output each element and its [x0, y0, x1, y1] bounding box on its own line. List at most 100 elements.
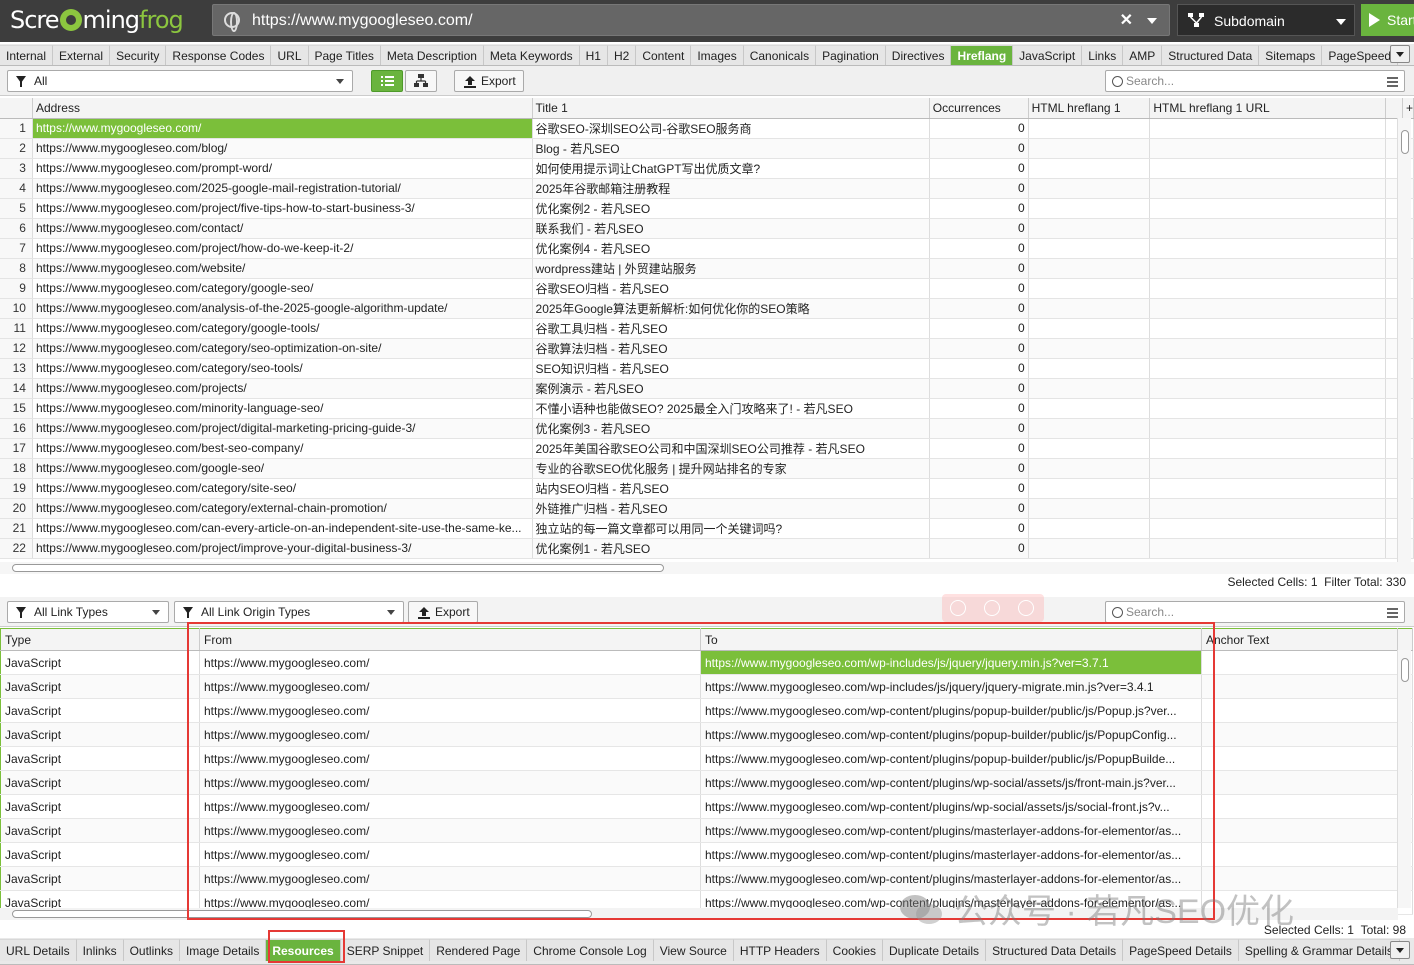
hreflang-cell[interactable]	[1028, 438, 1151, 459]
column-header-from[interactable]: From	[199, 628, 701, 651]
hreflang-cell[interactable]	[1028, 338, 1151, 359]
tab-view-source[interactable]: View Source	[653, 939, 734, 961]
hreflang-url-cell[interactable]	[1149, 158, 1387, 179]
column-header-type[interactable]: Type	[0, 628, 200, 651]
column-header-html-hreflang-1-url[interactable]: HTML hreflang 1 URL	[1149, 98, 1387, 119]
tab-chrome-console-log[interactable]: Chrome Console Log	[527, 939, 654, 961]
anchor-text-cell[interactable]	[1201, 770, 1398, 795]
title-cell[interactable]: 谷歌SEO归档 - 若凡SEO	[532, 278, 930, 299]
hreflang-url-cell[interactable]	[1149, 438, 1387, 459]
table-row[interactable]: 17 https://www.mygoogleseo.com/best-seo-c…	[0, 438, 1414, 459]
occurrences-cell[interactable]: 0	[929, 238, 1029, 259]
anchor-text-cell[interactable]	[1201, 818, 1398, 843]
table-row[interactable]: JavaScript https://www.mygoogleseo.com/ht…	[0, 842, 1413, 867]
table-row[interactable]: 9 https://www.mygoogleseo.com/category/go…	[0, 278, 1414, 299]
hreflang-cell[interactable]	[1028, 498, 1151, 519]
hreflang-url-cell[interactable]	[1149, 458, 1387, 479]
hreflang-cell[interactable]	[1028, 478, 1151, 499]
tab-canonicals[interactable]: Canonicals	[743, 45, 817, 65]
details-horizontal-scrollbar[interactable]	[0, 908, 1398, 920]
more-tabs-button[interactable]	[1390, 941, 1410, 959]
occurrences-cell[interactable]: 0	[929, 338, 1029, 359]
hreflang-url-cell[interactable]	[1149, 138, 1387, 159]
address-cell[interactable]: https://www.mygoogleseo.com/	[32, 118, 533, 139]
magic-wand-icon[interactable]	[984, 600, 1000, 616]
to-cell[interactable]: https://www.mygoogleseo.com/wp-includes/…	[700, 674, 1202, 699]
hreflang-cell[interactable]	[1028, 358, 1151, 379]
to-cell[interactable]: https://www.mygoogleseo.com/wp-content/p…	[700, 722, 1202, 747]
tab-pagespeed[interactable]: PageSpeed	[1322, 45, 1399, 65]
hreflang-url-cell[interactable]	[1149, 478, 1387, 499]
title-cell[interactable]: 不懂小语种也能做SEO? 2025最全入门攻略来了! - 若凡SEO	[532, 398, 930, 419]
to-cell[interactable]: https://www.mygoogleseo.com/wp-content/p…	[700, 746, 1202, 771]
tab-inlinks[interactable]: Inlinks	[76, 939, 124, 961]
occurrences-cell[interactable]: 0	[929, 538, 1029, 559]
link-types-dropdown[interactable]: All Link Types	[7, 601, 169, 623]
title-cell[interactable]: Blog - 若凡SEO	[532, 138, 930, 159]
table-row[interactable]: JavaScript https://www.mygoogleseo.com/ht…	[0, 866, 1413, 891]
url-text[interactable]: https://www.mygoogleseo.com/	[252, 12, 473, 30]
address-cell[interactable]: https://www.mygoogleseo.com/projects/	[32, 378, 533, 399]
type-cell[interactable]: JavaScript	[0, 794, 200, 819]
type-cell[interactable]: JavaScript	[0, 746, 200, 771]
tab-javascript[interactable]: JavaScript	[1013, 45, 1083, 65]
table-row[interactable]: 21 https://www.mygoogleseo.com/can-every-…	[0, 518, 1414, 539]
hreflang-url-cell[interactable]	[1149, 358, 1387, 379]
tab-cookies[interactable]: Cookies	[826, 939, 884, 961]
to-cell[interactable]: https://www.mygoogleseo.com/wp-content/p…	[700, 698, 1202, 723]
title-cell[interactable]: 站内SEO归档 - 若凡SEO	[532, 478, 930, 499]
address-cell[interactable]: https://www.mygoogleseo.com/category/sit…	[32, 478, 533, 499]
hreflang-cell[interactable]	[1028, 538, 1151, 559]
table-row[interactable]: JavaScript https://www.mygoogleseo.com/ht…	[0, 794, 1413, 819]
hreflang-url-cell[interactable]	[1149, 318, 1387, 339]
occurrences-cell[interactable]: 0	[929, 158, 1029, 179]
tab-hreflang[interactable]: Hreflang	[951, 45, 1014, 65]
title-cell[interactable]: SEO知识归档 - 若凡SEO	[532, 358, 930, 379]
crawl-mode-select[interactable]: Subdomain	[1177, 4, 1355, 36]
type-cell[interactable]: JavaScript	[0, 698, 200, 723]
table-row[interactable]: JavaScript https://www.mygoogleseo.com/ht…	[0, 698, 1413, 723]
anchor-text-cell[interactable]	[1201, 722, 1398, 747]
table-row[interactable]: 12 https://www.mygoogleseo.com/category/s…	[0, 338, 1414, 359]
from-cell[interactable]: https://www.mygoogleseo.com/	[199, 674, 701, 699]
filter-dropdown[interactable]: All	[7, 70, 353, 92]
hreflang-cell[interactable]	[1028, 118, 1151, 139]
hreflang-cell[interactable]	[1028, 518, 1151, 539]
address-cell[interactable]: https://www.mygoogleseo.com/blog/	[32, 138, 533, 159]
tab-sitemaps[interactable]: Sitemaps	[1259, 45, 1323, 65]
search-options-icon[interactable]	[1387, 608, 1398, 618]
hreflang-cell[interactable]	[1028, 138, 1151, 159]
table-row[interactable]: 19 https://www.mygoogleseo.com/category/s…	[0, 478, 1414, 499]
anchor-text-cell[interactable]	[1201, 842, 1398, 867]
title-cell[interactable]: 谷歌算法归档 - 若凡SEO	[532, 338, 930, 359]
tab-external[interactable]: External	[53, 45, 111, 65]
address-cell[interactable]: https://www.mygoogleseo.com/category/goo…	[32, 278, 533, 299]
hreflang-url-cell[interactable]	[1149, 538, 1387, 559]
occurrences-cell[interactable]: 0	[929, 318, 1029, 339]
table-row[interactable]: 20 https://www.mygoogleseo.com/category/e…	[0, 498, 1414, 519]
start-button[interactable]: Start	[1361, 4, 1414, 36]
tab-structured-data-details[interactable]: Structured Data Details	[986, 939, 1124, 961]
details-export-button[interactable]: Export	[408, 601, 478, 623]
occurrences-cell[interactable]: 0	[929, 258, 1029, 279]
column-header-address[interactable]: Address	[32, 98, 533, 119]
tab-images[interactable]: Images	[691, 45, 744, 65]
occurrences-cell[interactable]: 0	[929, 438, 1029, 459]
from-cell[interactable]: https://www.mygoogleseo.com/	[199, 866, 701, 891]
hreflang-url-cell[interactable]	[1149, 258, 1387, 279]
address-cell[interactable]: https://www.mygoogleseo.com/project/digi…	[32, 418, 533, 439]
address-cell[interactable]: https://www.mygoogleseo.com/google-seo/	[32, 458, 533, 479]
main-horizontal-scrollbar[interactable]	[0, 562, 1414, 574]
occurrences-cell[interactable]: 0	[929, 498, 1029, 519]
table-row[interactable]: JavaScript https://www.mygoogleseo.com/ht…	[0, 722, 1413, 747]
title-cell[interactable]: 优化案例3 - 若凡SEO	[532, 418, 930, 439]
table-row[interactable]: 4 https://www.mygoogleseo.com/2025-google…	[0, 178, 1414, 199]
hreflang-cell[interactable]	[1028, 298, 1151, 319]
address-cell[interactable]: https://www.mygoogleseo.com/project/five…	[32, 198, 533, 219]
tab-internal[interactable]: Internal	[0, 45, 54, 65]
details-vertical-scrollbar[interactable]	[1397, 650, 1411, 908]
scroll-thumb[interactable]	[12, 564, 664, 572]
tab-meta-description[interactable]: Meta Description	[380, 45, 484, 65]
hreflang-url-cell[interactable]	[1149, 178, 1387, 199]
table-row[interactable]: 15 https://www.mygoogleseo.com/minority-l…	[0, 398, 1414, 419]
